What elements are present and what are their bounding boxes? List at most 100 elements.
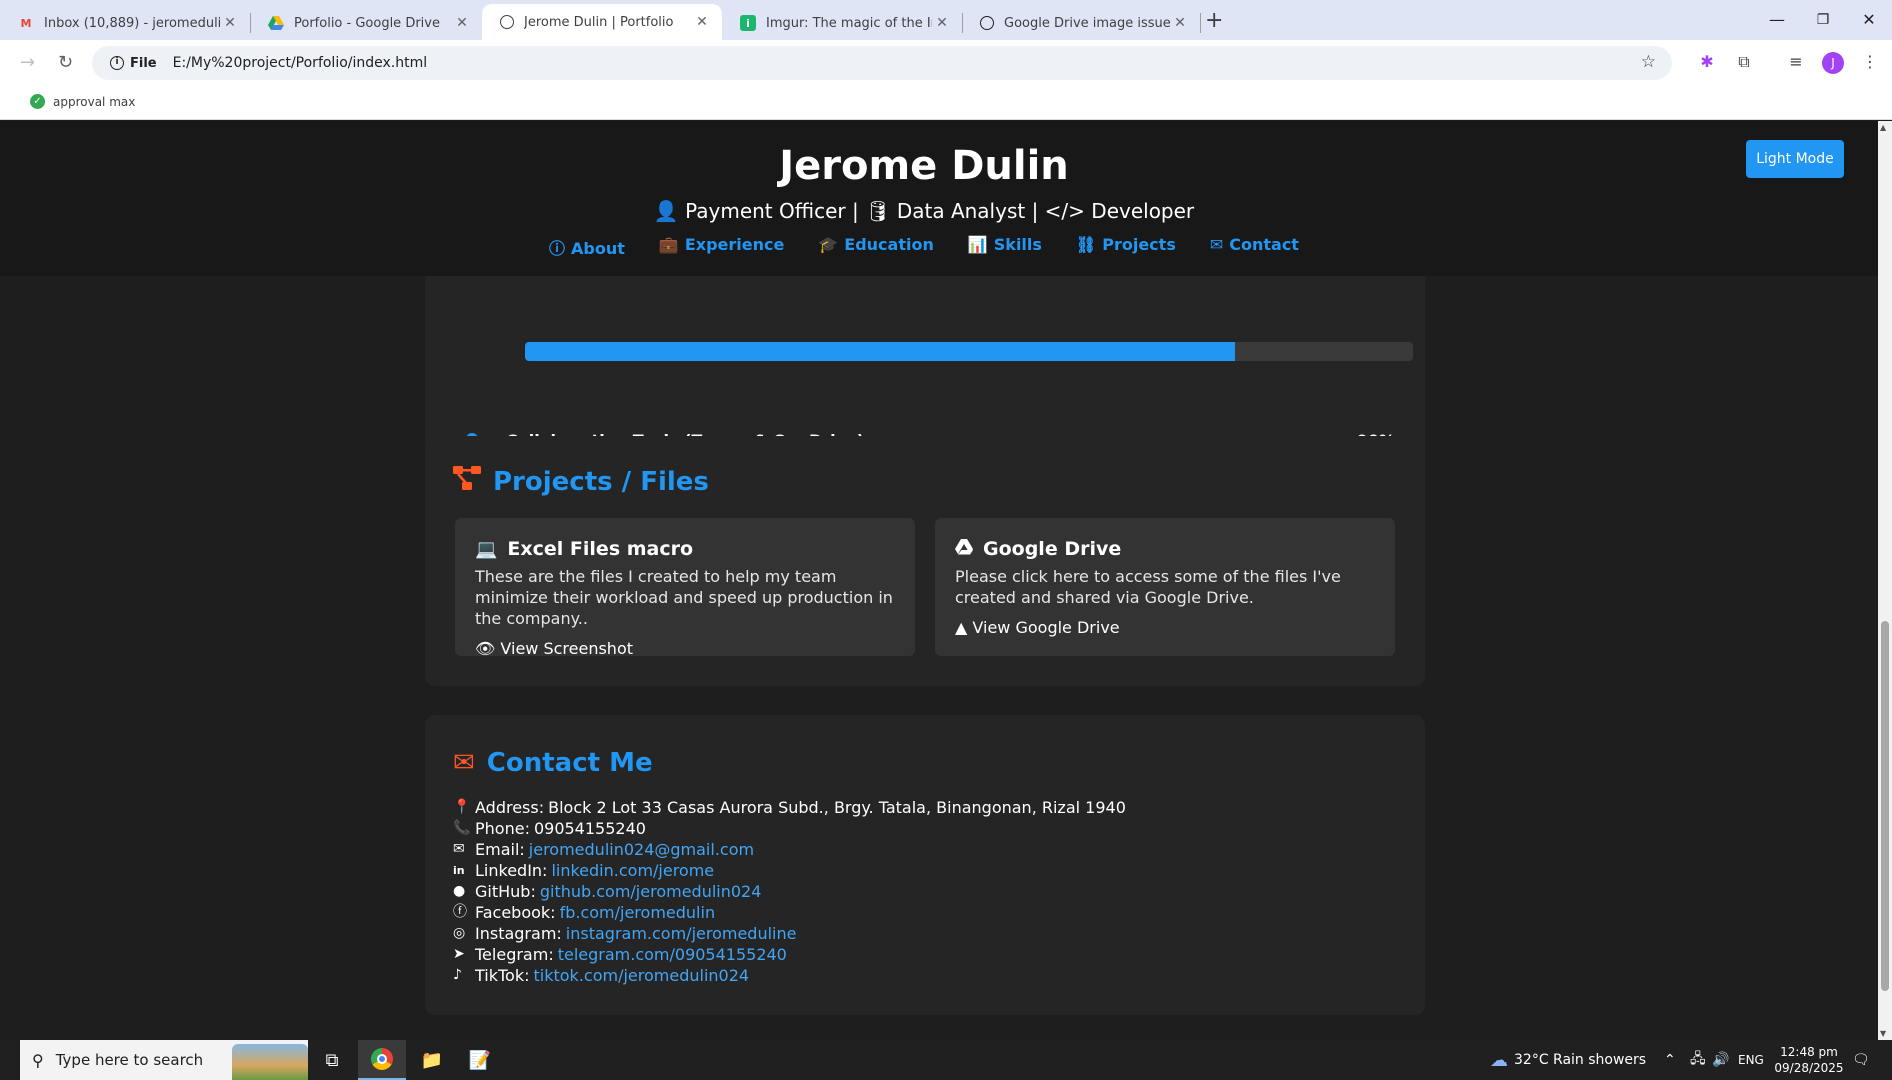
contact-link[interactable]: instagram.com/jeromeduline [566,923,797,944]
tab-chatgpt[interactable]: Google Drive image issue ✕ [962,6,1200,40]
contact-value: Block 2 Lot 33 Casas Aurora Subd., Brgy.… [548,798,1126,817]
reload-icon[interactable]: ↻ [58,52,73,73]
facebook-icon: ⓕ [453,904,467,920]
tab-title: Porfolio - Google Drive [294,15,440,31]
show-hidden-icons[interactable]: ⌃ [1664,1040,1676,1080]
google-drive-icon [955,538,973,560]
project-description: Please click here to access some of the … [955,567,1341,607]
network-icon[interactable]: 🖧 [1690,1040,1706,1080]
contact-heading: ✉ Contact Me [453,748,653,778]
language-indicator[interactable]: ENG [1738,1040,1764,1080]
google-drive-icon: ▲ [955,618,968,637]
telegram-icon: ➤ [453,946,465,962]
site-roles: 👤 Payment Officer | 🛢 Data Analyst | </>… [653,199,1195,223]
imgur-icon: i [740,15,756,31]
scroll-down-icon[interactable]: ▼ [1880,1029,1886,1038]
close-icon[interactable]: ✕ [932,15,952,31]
bookmark-star-icon[interactable]: ☆ [1641,52,1656,72]
contact-label: TikTok: [475,966,530,985]
view-screenshot-link[interactable]: 👁 View Screenshot [475,639,895,658]
project-card-google-drive[interactable]: Google Drive Please click here to access… [935,518,1395,656]
nav-education[interactable]: 🎓 Education [818,235,934,259]
tab-title: Jerome Dulin | Portfolio [524,14,674,30]
instagram-icon: ◎ [453,925,466,941]
file-explorer-icon[interactable]: 📁 [408,1040,456,1080]
windows-taskbar: ⚲ Type here to search ⧉ 📁 📝 ☁ 32°C Rain … [0,1040,1892,1080]
site-info-chip[interactable]: i File [100,50,167,76]
contact-link[interactable]: jeromedulin024@gmail.com [529,839,754,860]
tab-strip: M Inbox (10,889) - jeromedulin024 ✕ Porf… [0,0,1892,40]
search-highlight-image [232,1044,308,1080]
contact-link[interactable]: telegram.com/09054155240 [558,944,787,965]
map-marker-icon: 📍 [453,799,471,815]
linkedin-icon: in [453,864,465,877]
close-icon[interactable]: ✕ [452,15,472,31]
bar-chart-icon: 📊 [967,235,988,254]
contact-list: 📍 Address: Block 2 Lot 33 Casas Aurora Sub… [453,797,1126,986]
view-google-drive-link[interactable]: ▲ View Google Drive [955,618,1375,637]
close-icon[interactable]: ✕ [1170,15,1190,31]
address-bar[interactable]: i File E:/My%20project/Porfolio/index.ht… [92,46,1672,80]
bookmark-approval-max[interactable]: ✓ approval max [30,94,135,109]
close-icon[interactable]: ✕ [220,15,240,31]
contact-label: LinkedIn: [475,861,548,880]
contact-link[interactable]: linkedin.com/jerome [551,860,714,881]
github-icon: ● [453,883,466,899]
minimize-button[interactable]: — [1754,6,1800,34]
tab-title: Google Drive image issue [1004,15,1170,31]
forward-icon[interactable]: → [20,52,35,73]
new-tab-button[interactable]: + [1205,8,1223,33]
light-mode-button[interactable]: Light Mode [1746,140,1844,178]
phone-icon: 📞 [453,820,471,836]
tab-portfolio[interactable]: Jerome Dulin | Portfolio ✕ [482,4,722,40]
extension-brain-icon[interactable]: ✱ [1697,52,1717,72]
volume-icon[interactable]: 🔊 [1712,1040,1729,1080]
taskbar-search[interactable]: ⚲ Type here to search [20,1040,308,1080]
envelope-icon: ✉ [453,748,475,778]
site-header: Jerome Dulin 👤 Payment Officer | 🛢 Data … [0,121,1878,276]
kebab-menu-icon[interactable]: ⋮ [1860,52,1880,72]
gmail-icon: M [20,16,32,30]
scroll-up-icon[interactable]: ▲ [1880,123,1886,132]
info-circle-icon: ⓘ [549,239,566,258]
site-nav: ⓘ About 💼 Experience 🎓 Education 📊 Skills ⛓ P… [0,235,1848,259]
url-text: E:/My%20project/Porfolio/index.html [172,55,428,71]
nav-skills[interactable]: 📊 Skills [968,235,1042,259]
chrome-taskbar-icon[interactable] [358,1040,406,1080]
contact-label: Phone: [475,819,530,838]
bookmarks-bar: ✓ approval max [0,86,1892,120]
page-scrollbar[interactable]: ▲ ▼ [1878,121,1892,1040]
tab-imgur[interactable]: i Imgur: The magic of the Internet ✕ [722,6,962,40]
site-title: Jerome Dulin [779,143,1069,189]
contact-link[interactable]: github.com/jeromedulin024 [540,881,762,902]
contact-value: 09054155240 [533,819,646,838]
project-diagram-icon [453,466,481,497]
profile-avatar[interactable]: J [1822,52,1844,74]
contact-label: GitHub: [475,882,536,901]
notepad-icon[interactable]: 📝 [456,1040,504,1080]
nav-contact[interactable]: ✉ Contact [1210,235,1299,259]
contact-line: ♪ TikTok: tiktok.com/jeromedulin024 [453,965,1126,986]
contact-line: ◎ Instagram: instagram.com/jeromeduline [453,923,1126,944]
rain-cloud-icon: ☁ [1490,1049,1508,1071]
extensions-puzzle-icon[interactable]: ⧉ [1734,52,1754,72]
nav-about[interactable]: ⓘ About [549,235,625,259]
tab-google-drive[interactable]: Porfolio - Google Drive ✕ [250,6,482,40]
tab-gmail[interactable]: M Inbox (10,889) - jeromedulin024 ✕ [0,6,250,40]
contact-link[interactable]: fb.com/jeromedulin [560,902,716,923]
laptop-code-icon: 💻 [475,538,498,560]
weather-widget[interactable]: ☁ 32°C Rain showers [1490,1040,1646,1080]
media-queue-icon[interactable]: ≡ [1786,52,1806,72]
system-clock[interactable]: 12:48 pm 09/28/2025 [1774,1044,1844,1076]
close-window-button[interactable]: ✕ [1846,6,1892,34]
restore-button[interactable]: ❐ [1800,6,1846,34]
nav-experience[interactable]: 💼 Experience [659,235,784,259]
contact-link[interactable]: tiktok.com/jeromedulin024 [534,965,750,986]
nav-projects[interactable]: ⛓ Projects [1076,235,1176,259]
task-view-icon[interactable]: ⧉ [308,1040,356,1080]
close-icon[interactable]: ✕ [692,14,712,30]
project-card-excel[interactable]: 💻 Excel Files macro These are the files I… [455,518,915,658]
notifications-icon[interactable]: 🗨 [1852,1040,1870,1080]
scroll-thumb[interactable] [1881,621,1889,991]
contact-label: Telegram: [475,945,554,964]
